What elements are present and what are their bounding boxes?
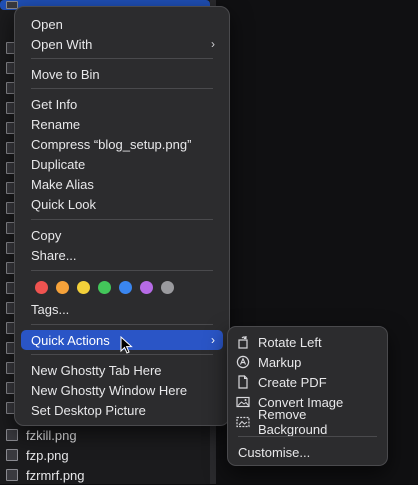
menu-item-label: Compress “blog_setup.png” (31, 136, 192, 152)
menu-item-new-ghostty-tab[interactable]: New Ghostty Tab Here (21, 360, 223, 380)
document-icon (238, 375, 248, 389)
file-icon (6, 429, 18, 441)
menu-item-label: Open With (31, 36, 93, 52)
menu-item-label: New Ghostty Tab Here (31, 362, 162, 378)
file-row[interactable]: fzrmrf.png (0, 465, 210, 485)
menu-item-set-desktop-picture[interactable]: Set Desktop Picture (21, 400, 223, 420)
tag-purple-dot[interactable] (140, 281, 153, 294)
submenu-item-remove-background[interactable]: Remove Background (236, 407, 379, 437)
menu-item-compress[interactable]: Compress “blog_setup.png” (21, 134, 223, 154)
menu-item-label: Copy (31, 227, 62, 243)
file-icon (6, 469, 18, 481)
tag-orange-dot[interactable] (56, 281, 69, 294)
menu-item-label: Tags... (31, 301, 70, 317)
menu-item-quick-look[interactable]: Quick Look (21, 194, 223, 214)
menu-item-rename[interactable]: Rename (21, 114, 223, 134)
menu-item-label: Make Alias (31, 176, 94, 192)
menu-item-label: Open (31, 16, 63, 32)
submenu-item-create-pdf[interactable]: Create PDF (236, 372, 379, 392)
menu-separator (31, 88, 213, 89)
file-name: fzp.png (26, 447, 69, 463)
menu-separator (238, 436, 377, 437)
menu-item-label: Get Info (31, 96, 78, 112)
menu-item-tags[interactable]: Tags... (21, 299, 223, 319)
menu-item-share[interactable]: Share... (21, 245, 223, 265)
chevron-right-icon: › (211, 37, 215, 51)
menu-item-move-to-bin[interactable]: Move to Bin (21, 64, 223, 84)
submenu-item-label: Customise... (238, 444, 311, 460)
menu-item-label: Set Desktop Picture (31, 402, 146, 418)
menu-item-label: Move to Bin (31, 66, 100, 82)
tag-blue-dot[interactable] (119, 281, 132, 294)
tag-red-dot[interactable] (35, 281, 48, 294)
tag-green-dot[interactable] (98, 281, 111, 294)
submenu-item-label: Create PDF (258, 374, 327, 390)
file-row[interactable]: fzkill.png (0, 425, 210, 445)
menu-item-get-info[interactable]: Get Info (21, 94, 223, 114)
submenu-item-label: Rotate Left (258, 334, 322, 350)
remove-background-icon (236, 416, 250, 428)
submenu-item-rotate-left[interactable]: Rotate Left (236, 332, 379, 352)
menu-separator (31, 324, 213, 325)
menu-item-open-with[interactable]: Open With › (21, 34, 223, 54)
tag-color-row (35, 281, 174, 297)
rotate-left-icon (238, 336, 248, 349)
file-row[interactable]: fzp.png (0, 445, 210, 465)
file-name: fzrmrf.png (26, 467, 85, 483)
menu-item-duplicate[interactable]: Duplicate (21, 154, 223, 174)
file-icon (6, 449, 18, 461)
menu-separator (31, 270, 213, 271)
mouse-pointer-icon (120, 336, 133, 354)
menu-item-label: Duplicate (31, 156, 86, 172)
menu-item-label: New Ghostty Window Here (31, 382, 188, 398)
menu-item-open[interactable]: Open (21, 14, 223, 34)
image-icon (236, 396, 250, 408)
chevron-right-icon: › (211, 333, 215, 347)
markup-icon (236, 355, 250, 369)
tag-yellow-dot[interactable] (77, 281, 90, 294)
quick-actions-submenu: Rotate Left Markup Create PDF Convert Im… (227, 326, 388, 466)
menu-item-make-alias[interactable]: Make Alias (21, 174, 223, 194)
file-name: fzkill.png (26, 427, 77, 443)
submenu-item-markup[interactable]: Markup (236, 352, 379, 372)
submenu-item-label: Markup (258, 354, 302, 370)
context-menu: Open Open With › Move to Bin Get Info Re… (14, 6, 230, 426)
menu-separator (31, 219, 213, 220)
menu-item-label: Rename (31, 116, 81, 132)
menu-item-label: Share... (31, 247, 77, 263)
submenu-item-label: Remove Background (257, 407, 328, 437)
menu-item-copy[interactable]: Copy (21, 225, 223, 245)
submenu-item-customise[interactable]: Customise... (236, 442, 379, 462)
menu-separator (31, 58, 213, 59)
menu-item-new-ghostty-window[interactable]: New Ghostty Window Here (21, 380, 223, 400)
menu-item-label: Quick Look (31, 196, 97, 212)
menu-item-label: Quick Actions (31, 332, 110, 348)
tag-gray-dot[interactable] (161, 281, 174, 294)
